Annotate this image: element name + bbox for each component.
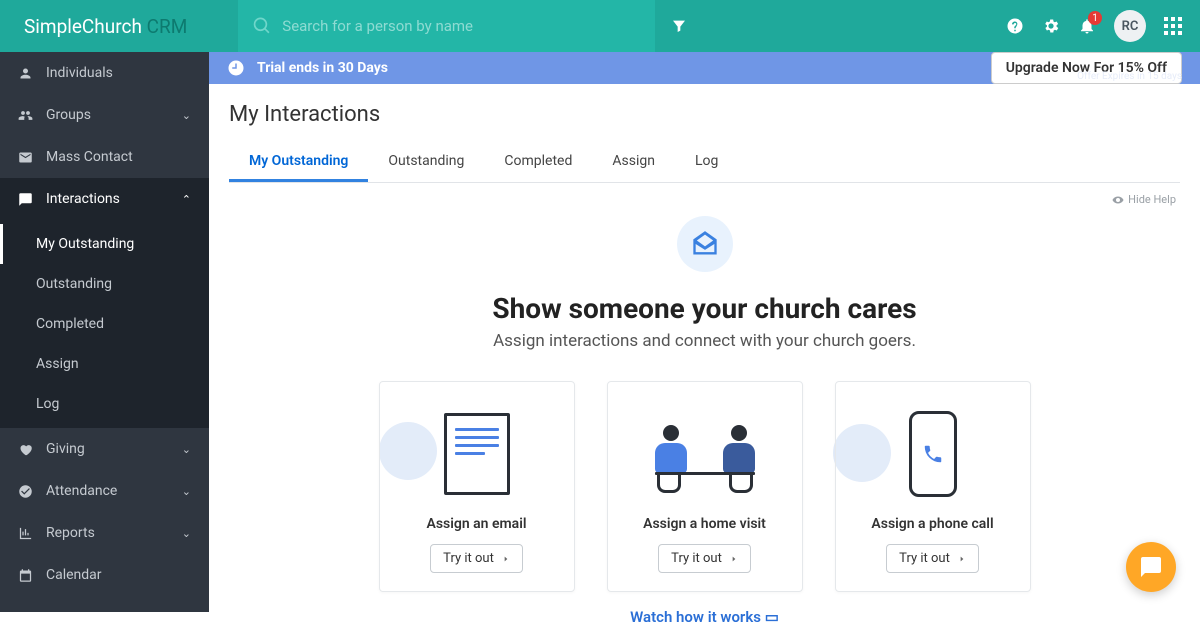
- nav-label: Reports: [46, 525, 95, 541]
- tab-outstanding[interactable]: Outstanding: [368, 143, 484, 182]
- chevron-down-icon: ⌄: [182, 443, 191, 456]
- card-title: Assign an email: [396, 516, 558, 532]
- envelope-open-icon: [677, 216, 733, 272]
- calendar-icon: [18, 568, 36, 583]
- nav-groups[interactable]: Groups ⌄: [0, 94, 209, 136]
- chevron-up-icon: ⌃: [182, 193, 191, 206]
- nav-label: Calendar: [46, 567, 102, 583]
- app-header: SimpleChurch CRM 1 RC: [0, 0, 1200, 52]
- nav-label: Attendance: [46, 483, 117, 499]
- visit-illustration: [635, 406, 775, 502]
- email-illustration: [407, 406, 547, 502]
- nav-interactions[interactable]: Interactions ⌃: [0, 178, 209, 220]
- chat-bubble-icon: [1139, 555, 1163, 579]
- chevron-right-icon: [730, 555, 738, 563]
- header-actions: 1 RC: [1006, 10, 1200, 42]
- hide-help-link[interactable]: Hide Help: [209, 183, 1200, 206]
- watch-how-link[interactable]: Watch how it works ▭: [209, 602, 1200, 632]
- mail-icon: [18, 150, 36, 165]
- chat-icon: [18, 192, 36, 207]
- nav-calendar[interactable]: Calendar: [0, 554, 209, 596]
- hero-section: Show someone your church cares Assign in…: [209, 206, 1200, 351]
- app-logo[interactable]: SimpleChurch CRM: [0, 15, 238, 38]
- sub-my-outstanding[interactable]: My Outstanding: [0, 224, 209, 264]
- sub-outstanding[interactable]: Outstanding: [0, 264, 209, 304]
- sub-assign[interactable]: Assign: [0, 344, 209, 384]
- nav-label: Mass Contact: [46, 149, 133, 165]
- check-circle-icon: [18, 484, 36, 499]
- tab-log[interactable]: Log: [675, 143, 738, 182]
- sub-completed[interactable]: Completed: [0, 304, 209, 344]
- chevron-right-icon: [502, 555, 510, 563]
- tab-my-outstanding[interactable]: My Outstanding: [229, 143, 368, 182]
- sidebar: Individuals Groups ⌄ Mass Contact Intera…: [0, 52, 209, 612]
- user-avatar[interactable]: RC: [1114, 10, 1146, 42]
- heart-icon: [18, 442, 36, 457]
- try-call-button[interactable]: Try it out: [886, 544, 979, 573]
- nav-attendance[interactable]: Attendance ⌄: [0, 470, 209, 512]
- card-assign-visit: Assign a home visit Try it out: [607, 381, 803, 592]
- eye-icon: [1112, 194, 1124, 206]
- nav-label: Individuals: [46, 65, 113, 81]
- tab-assign[interactable]: Assign: [592, 143, 675, 182]
- person-icon: [18, 66, 36, 81]
- nav-label: Giving: [46, 441, 85, 457]
- tab-bar: My Outstanding Outstanding Completed Ass…: [229, 143, 1180, 183]
- phone-illustration: [863, 406, 1003, 502]
- filter-button[interactable]: [655, 0, 703, 52]
- clock-icon: [227, 59, 245, 77]
- phone-handset-icon: [922, 443, 944, 465]
- search-container: [238, 0, 655, 52]
- hero-heading: Show someone your church cares: [229, 292, 1180, 325]
- help-icon[interactable]: [1006, 17, 1024, 35]
- card-title: Assign a phone call: [852, 516, 1014, 532]
- banner-text: Trial ends in 30 Days: [257, 60, 388, 76]
- card-assign-email: Assign an email Try it out: [379, 381, 575, 592]
- nav-giving[interactable]: Giving ⌄: [0, 428, 209, 470]
- apps-icon[interactable]: [1164, 17, 1182, 35]
- nav-individuals[interactable]: Individuals: [0, 52, 209, 94]
- card-title: Assign a home visit: [624, 516, 786, 532]
- nav-reports[interactable]: Reports ⌄: [0, 512, 209, 554]
- card-assign-call: Assign a phone call Try it out: [835, 381, 1031, 592]
- nav-label: Interactions: [46, 191, 120, 207]
- banner-subtext: Offer Expires in 15 days: [1077, 71, 1182, 82]
- cards-row: Assign an email Try it out Assign a home…: [209, 351, 1200, 602]
- hero-sub: Assign interactions and connect with you…: [229, 331, 1180, 351]
- chevron-right-icon: [958, 555, 966, 563]
- people-icon: [18, 108, 36, 123]
- settings-icon[interactable]: [1042, 17, 1060, 35]
- chat-fab[interactable]: [1126, 542, 1176, 592]
- notifications-icon[interactable]: 1: [1078, 17, 1096, 35]
- chevron-down-icon: ⌄: [182, 109, 191, 122]
- video-icon: ▭: [765, 608, 779, 626]
- search-icon: [252, 15, 272, 37]
- main-content: Trial ends in 30 Days Upgrade Now For 15…: [209, 52, 1200, 612]
- tab-completed[interactable]: Completed: [484, 143, 592, 182]
- chart-icon: [18, 526, 36, 541]
- chevron-down-icon: ⌄: [182, 527, 191, 540]
- sub-log[interactable]: Log: [0, 384, 209, 424]
- interactions-submenu: My Outstanding Outstanding Completed Ass…: [0, 220, 209, 428]
- page-title: My Interactions: [229, 102, 1180, 127]
- trial-banner: Trial ends in 30 Days Upgrade Now For 15…: [209, 52, 1200, 84]
- try-email-button[interactable]: Try it out: [430, 544, 523, 573]
- chevron-down-icon: ⌄: [182, 485, 191, 498]
- search-input[interactable]: [282, 17, 641, 35]
- try-visit-button[interactable]: Try it out: [658, 544, 751, 573]
- nav-label: Groups: [46, 107, 91, 123]
- nav-mass-contact[interactable]: Mass Contact: [0, 136, 209, 178]
- notification-badge: 1: [1088, 11, 1102, 25]
